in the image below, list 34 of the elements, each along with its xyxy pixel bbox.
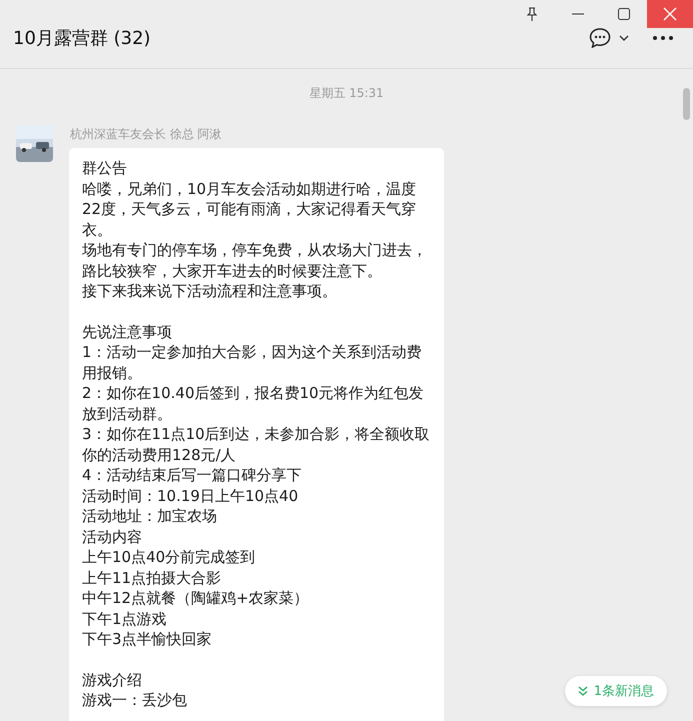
maximize-icon (618, 8, 630, 20)
close-button[interactable] (647, 0, 693, 28)
message-timestamp: 星期五 15:31 (309, 85, 385, 102)
minimize-icon (572, 13, 584, 15)
message-text: 下午1点游戏 (82, 608, 168, 629)
more-icon[interactable] (653, 36, 673, 40)
message-text: 活动地址：加宝农场 (82, 506, 218, 526)
close-icon (663, 7, 677, 21)
message-text: 3：如你在11点10后到达，未参加合影，将全额收取你的活动费用128元/人 (82, 424, 431, 465)
window-title: 10月露营群 (32) (13, 27, 152, 50)
message-text: 游戏一：丢沙包 (82, 690, 188, 710)
chevrons-down-icon (578, 686, 588, 696)
message-text: 先说注意事项 (82, 322, 173, 342)
message-text: 2：如你在10.40后签到，报名费10元将作为红包发放到活动群。 (82, 383, 425, 424)
new-messages-button[interactable]: 1条新消息 (564, 676, 667, 706)
message-text: 游戏介绍 (82, 670, 143, 690)
message-text: 哈喽，兄弟们，10月车友会活动如期进行哈，温度22度，天气多云，可能有雨滴，大家记得看天气穿衣。 (82, 178, 418, 240)
message-text: 中午12点就餐（陶罐鸡+农家菜） (82, 588, 310, 608)
message-text: 场地有专门的停车场，停车免费，从农场大门进去，路比较狭窄，大家开车进去的时候要注意下。 (82, 240, 428, 281)
chat-bubble-icon[interactable] (589, 28, 611, 48)
message-text: 上午10点40分前完成签到 (82, 547, 256, 568)
message-text: 接下来我来说下活动流程和注意事项。 (82, 281, 338, 302)
avatar[interactable] (16, 125, 53, 162)
message-text: 上午11点拍摄大合影 (82, 568, 222, 588)
message-text: 下午3点半愉快回家 (82, 629, 213, 650)
scrollbar-thumb[interactable] (683, 88, 690, 120)
message-text: 群公告 (82, 158, 128, 178)
caret-icon[interactable] (619, 35, 629, 41)
message-text: 4：活动结束后写一篇口碑分享下 (82, 465, 303, 486)
message-text: 1：活动一定参加拍大合影，因为这个关系到活动费用报销。 (82, 342, 423, 383)
message-text: 活动时间：10.19日上午10点40 (82, 486, 300, 506)
sender-name: 杭州深蓝车友会长 徐总 阿湫 (70, 126, 223, 143)
message-text: 活动内容 (82, 526, 143, 547)
pin-icon (526, 7, 538, 21)
